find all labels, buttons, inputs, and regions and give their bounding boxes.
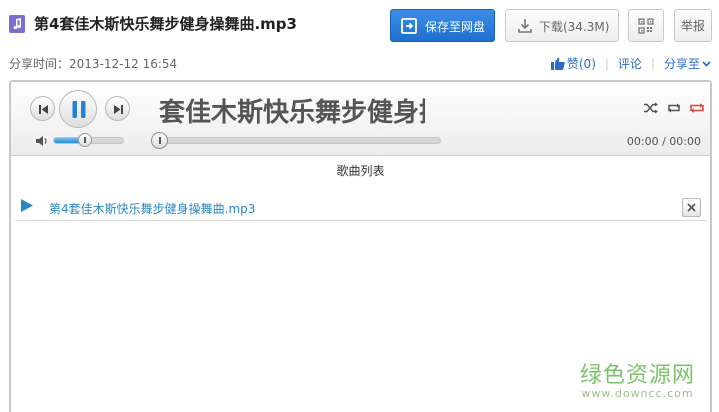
- download-icon: [517, 18, 533, 34]
- next-track-button[interactable]: [105, 96, 130, 121]
- share-time: 分享时间：2013-12-12 16:54: [9, 55, 177, 72]
- page-header: 第4套佳木斯快乐舞步健身操舞曲.mp3 保存至网盘 下载(34.3M) 举报: [0, 0, 719, 50]
- qrcode-icon: [638, 17, 654, 34]
- pause-icon: [72, 101, 86, 118]
- skip-forward-icon: [114, 105, 123, 114]
- share-to-dropdown[interactable]: 分享至: [664, 55, 711, 72]
- divider: |: [604, 56, 609, 71]
- volume-handle[interactable]: [78, 133, 92, 147]
- divider: |: [650, 56, 655, 71]
- previous-track-button[interactable]: [30, 96, 55, 121]
- progress-handle[interactable]: [151, 132, 168, 149]
- close-icon: [687, 203, 696, 212]
- share-to-label: 分享至: [663, 57, 700, 71]
- report-button[interactable]: 举报: [674, 9, 712, 42]
- watermark: 绿色资源网 www.downcc.com: [580, 357, 695, 400]
- time-display: 00:00 / 00:00: [626, 135, 701, 148]
- repeat-all-icon[interactable]: [689, 101, 705, 115]
- like-count: (0): [578, 56, 596, 71]
- divider: [15, 220, 707, 221]
- comment-link[interactable]: 评论: [618, 55, 642, 72]
- repeat-one-icon[interactable]: [666, 101, 682, 115]
- watermark-url: www.downcc.com: [581, 387, 694, 400]
- share-time-value: 2013-12-12 16:54: [69, 57, 178, 71]
- remove-track-button[interactable]: [682, 198, 701, 217]
- share-actions: 赞 (0) | 评论 | 分享至: [550, 55, 711, 72]
- save-icon: [401, 18, 417, 34]
- now-playing-title: 套佳木斯快乐舞步健身操舞曲: [159, 98, 425, 128]
- pause-button[interactable]: [59, 90, 97, 128]
- music-file-icon: [9, 15, 25, 33]
- player-controls: 套佳木斯快乐舞步健身操舞曲 00:00 / 00:00: [11, 82, 710, 156]
- progress-bar[interactable]: [151, 137, 441, 144]
- volume-icon[interactable]: [35, 135, 48, 147]
- save-to-netdisk-button[interactable]: 保存至网盘: [390, 9, 495, 42]
- qrcode-button[interactable]: [628, 9, 664, 42]
- save-button-label: 保存至网盘: [425, 20, 486, 34]
- download-button[interactable]: 下载(34.3M): [505, 9, 619, 42]
- like-button[interactable]: 赞 (0): [550, 55, 596, 72]
- watermark-text: 绿色资源网: [580, 363, 696, 388]
- download-button-label: 下载(34.3M): [539, 20, 610, 34]
- thumbs-up-icon: [550, 57, 565, 70]
- like-label: 赞: [566, 57, 579, 71]
- play-icon[interactable]: [21, 199, 33, 212]
- playlist-title: 歌曲列表: [336, 164, 385, 178]
- page-title: 第4套佳木斯快乐舞步健身操舞曲.mp3: [34, 15, 297, 33]
- share-time-label: 分享时间：: [9, 57, 70, 71]
- shuffle-icon[interactable]: [643, 101, 659, 115]
- list-item[interactable]: 第4套佳木斯快乐舞步健身操舞曲.mp3: [11, 189, 710, 221]
- skip-back-icon: [39, 105, 48, 114]
- track-name[interactable]: 第4套佳木斯快乐舞步健身操舞曲.mp3: [49, 200, 255, 217]
- chevron-down-icon: [702, 60, 711, 67]
